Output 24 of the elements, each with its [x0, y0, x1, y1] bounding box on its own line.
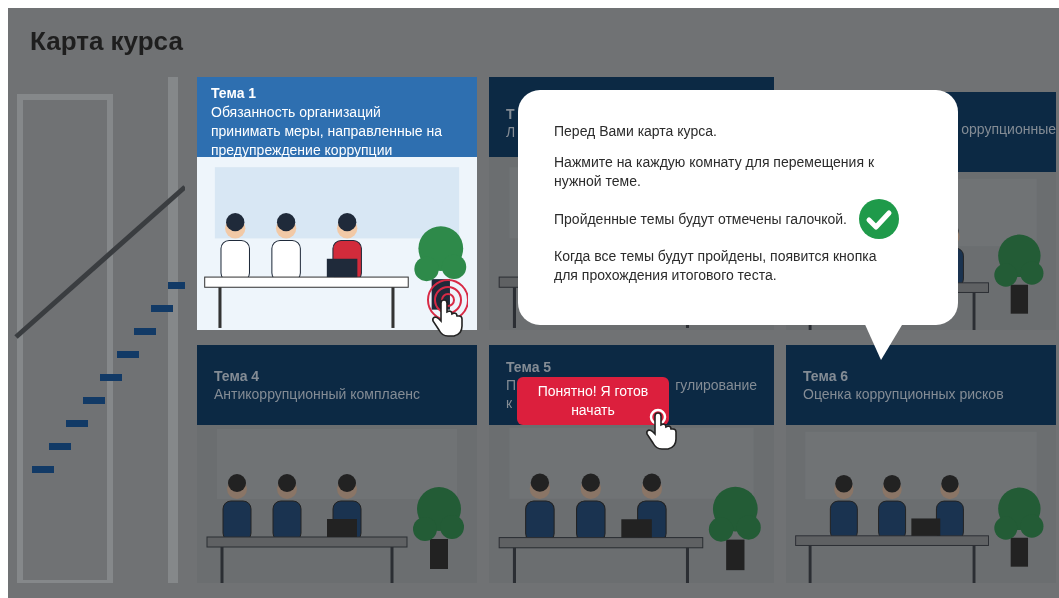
popup-text: Пройденные темы будут отмечены галочкой.: [554, 209, 847, 229]
start-button[interactable]: Понятно! Я готов начать: [517, 377, 669, 425]
topic-title: к: [506, 394, 513, 412]
topic-title: принимать меры, направленные на: [211, 122, 442, 141]
topic-title: оррупционные: [961, 120, 1056, 138]
topic-title: гулирование: [675, 376, 757, 394]
topic-title: предупреждение коррупции: [211, 141, 393, 160]
topic-tile[interactable]: Тема 4 Антикоррупционный комплаенс: [197, 345, 477, 583]
page-title: Карта курса: [29, 25, 183, 57]
topic-number: Т: [506, 105, 515, 123]
topic-title: Антикоррупционный комплаенс: [214, 385, 420, 403]
popup-text: Когда все темы будут пройдены, появится кнопка для прохождения итогового теста.: [554, 247, 878, 285]
topic-title: Оценка коррупционных рисков: [803, 385, 1004, 403]
popup-text: Перед Вами карта курса.: [554, 122, 717, 141]
topic-number: Тема 5: [506, 358, 552, 376]
topic-title: П: [506, 376, 517, 394]
topic-tile[interactable]: Тема 6 Оценка коррупционных рисков: [786, 345, 1056, 583]
topic-number: Тема 6: [803, 367, 849, 385]
topic-number: Тема 4: [214, 367, 260, 385]
topic-tile[interactable]: Тема 1 Обязанность организаций принимать меры, направленные на предупреждение коррупции: [197, 77, 477, 330]
topic-title: Л: [506, 123, 516, 141]
topic-number: Тема 1: [211, 84, 257, 103]
popup-text: Нажмите на каждую комнату для перемещения к нужной теме.: [554, 153, 875, 191]
topic-title: Обязанность организаций: [211, 103, 381, 122]
